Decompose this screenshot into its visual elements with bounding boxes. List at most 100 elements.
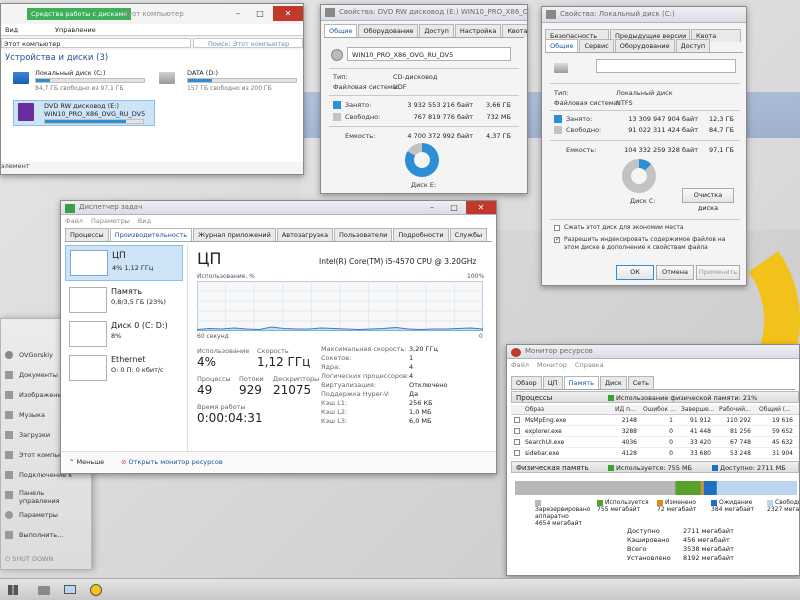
legend-name: Свободно [775,499,799,506]
tab-hardware[interactable]: Оборудование [358,24,419,37]
tab-details[interactable]: Подробности [393,228,449,241]
fs-label: Файловая система: [333,83,399,91]
table-cell: 31 904 [772,450,793,457]
taskbar-taskmgr-button[interactable] [62,582,78,598]
start-item-settings[interactable]: Параметры [1,505,89,525]
gauge-icon [90,584,102,596]
tab-overview[interactable]: Обзор [511,376,542,389]
shutdown-button[interactable]: ⏻ SHUT DOWN [5,555,53,564]
maximize-button[interactable]: □ [443,201,465,214]
fewer-details-link[interactable]: ⌃ Меньше [69,458,104,466]
start-item-run[interactable]: Выполнить... [1,525,89,545]
tab-customize[interactable]: Настройка [454,24,502,37]
index-checkbox[interactable]: ✓ [554,237,560,243]
tab-app-history[interactable]: Журнал приложений [193,228,276,241]
ribbon-context-tab[interactable]: Средства работы с дисками [27,8,132,20]
col-faults[interactable]: Ошибок ... [643,406,676,413]
start-button[interactable] [6,583,20,597]
tab-general[interactable]: Общие [545,39,579,52]
row-checkbox[interactable] [514,428,520,434]
titlebar[interactable]: Свойства: DVD RW дисковод (E:) WIN10_PRO… [321,5,527,21]
tab-network[interactable]: Сеть [627,376,654,389]
spec-value: Да [409,390,419,398]
resource-monitor-link[interactable]: ⊘ Открыть монитор ресурсов [121,458,223,466]
resource-monitor-window[interactable]: Монитор ресурсов Файл Монитор Справка Об… [506,344,800,576]
tab-quota[interactable]: Квота [502,24,527,37]
volume-label-field[interactable] [596,59,736,73]
cancel-button[interactable]: Отмена [656,265,694,280]
ok-button[interactable]: ОК [616,265,654,280]
col-working[interactable]: Рабочий... [719,406,751,413]
tab-tools[interactable]: Сервис [579,39,614,52]
tab-processes[interactable]: Процессы [65,228,109,241]
table-row[interactable]: sidebar.exe 4128 0 33 680 53 248 31 904 [511,448,799,459]
col-pid[interactable]: ИД п... [615,406,636,413]
tab-sharing[interactable]: Доступ [675,39,711,52]
volume-label-field[interactable]: WIN10_PRO_X86_OVG_RU_DV5 [347,47,511,61]
table-cell: 3288 [621,428,637,435]
tab-general[interactable]: Общие [324,24,358,37]
dialog-title: Свойства: DVD RW дисковод (E:) WIN10_PRO… [339,8,528,16]
task-manager-window[interactable]: Диспетчер задач – □ ✕ Файл Параметры Вид… [60,200,497,474]
start-item-label: Музыка [19,411,45,419]
drive-e[interactable]: DVD RW дисковод (E:) WIN10_PRO_X86_OVG_R… [13,100,155,126]
apply-button[interactable]: Применить [696,265,740,280]
menu-options[interactable]: Параметры [91,217,130,225]
tab-hardware[interactable]: Оборудование [614,39,675,52]
row-checkbox[interactable] [514,439,520,445]
minimize-button[interactable]: – [227,6,249,21]
titlebar[interactable]: Монитор ресурсов [507,345,799,359]
perf-side-disk[interactable]: Диск 0 (C: D:) 8% [65,317,183,351]
table-row[interactable]: SearchUI.exe 4036 0 33 420 67 748 45 632 [511,437,799,448]
compress-checkbox[interactable] [554,225,560,231]
col-image[interactable]: Образ [525,406,544,413]
table-row[interactable]: MsMpEng.exe 2148 1 91 912 110 292 19 616 [511,415,799,426]
address-bar[interactable]: Этот компьютер [1,38,191,48]
menu-help[interactable]: Справка [575,361,604,369]
tab-users[interactable]: Пользователи [334,228,393,241]
processes-header[interactable]: Процессы Использование физической памяти… [511,391,799,403]
c-properties-dialog[interactable]: Свойства: Локальный диск (C:) Безопаснос… [541,6,747,286]
row-checkbox[interactable] [514,417,520,423]
tab-sharing[interactable]: Доступ [419,24,454,37]
close-button[interactable]: ✕ [466,201,496,214]
tab-disk[interactable]: Диск [599,376,627,389]
menu-view[interactable]: Вид [5,26,18,34]
menu-monitor[interactable]: Монитор [537,361,567,369]
row-checkbox[interactable] [514,450,520,456]
perf-side-memory[interactable]: Память 0,8/3,5 ГБ (23%) [65,283,183,317]
drive-e-label: WIN10_PRO_X86_OVG_RU_DV5 [44,110,146,118]
menu-file[interactable]: Файл [65,217,83,225]
col-shared[interactable]: Общий (... [759,406,791,413]
minimize-button[interactable]: – [421,201,443,214]
tab-memory[interactable]: Память [563,376,599,389]
devices-section-title[interactable]: Устройства и диски (3) [5,53,108,63]
side-cpu-sub: 4% 1,12 ГГц [112,264,154,272]
titlebar[interactable]: Диспетчер задач – □ ✕ [61,201,496,215]
taskbar-resmon-button[interactable] [88,582,104,598]
perf-side-cpu[interactable]: ЦП 4% 1,12 ГГц [65,245,183,281]
menu-file[interactable]: Файл [511,361,529,369]
tab-cpu[interactable]: ЦП [542,376,563,389]
tab-services[interactable]: Службы [449,228,488,241]
search-input[interactable]: Поиск: Этот компьютер [193,38,303,48]
tab-performance[interactable]: Производительность [109,228,193,241]
drive-c[interactable]: Локальный диск (C:) 84,7 ГБ свободно из … [13,68,153,94]
drive-d[interactable]: DATA (D:) 157 ГБ свободно из 200 ГБ [159,68,299,94]
used-bytes: 13 309 947 904 байт [628,115,698,123]
maximize-button[interactable]: □ [249,6,271,21]
titlebar[interactable]: Свойства: Локальный диск (C:) [542,7,746,23]
processes-value: 49 [197,383,213,397]
tab-startup[interactable]: Автозагрузка [276,228,334,241]
col-commit[interactable]: Заверше... [681,406,714,413]
explorer-window[interactable]: Средства работы с дисками Этот компьютер… [0,3,304,175]
disk-cleanup-button[interactable]: Очистка диска [682,188,734,212]
taskbar-explorer-button[interactable] [36,582,52,598]
phys-memory-header[interactable]: Физическая память Используется: 755 МБ Д… [511,461,799,473]
close-button[interactable]: ✕ [273,6,303,21]
table-row[interactable]: explorer.exe 3288 0 41 448 81 256 59 652 [511,426,799,437]
menu-manage[interactable]: Управление [55,26,96,34]
perf-side-ethernet[interactable]: Ethernet О: 0 П: 0 кбит/с [65,351,183,385]
menu-view[interactable]: Вид [138,217,151,225]
dvd-properties-dialog[interactable]: Свойства: DVD RW дисковод (E:) WIN10_PRO… [320,4,528,194]
